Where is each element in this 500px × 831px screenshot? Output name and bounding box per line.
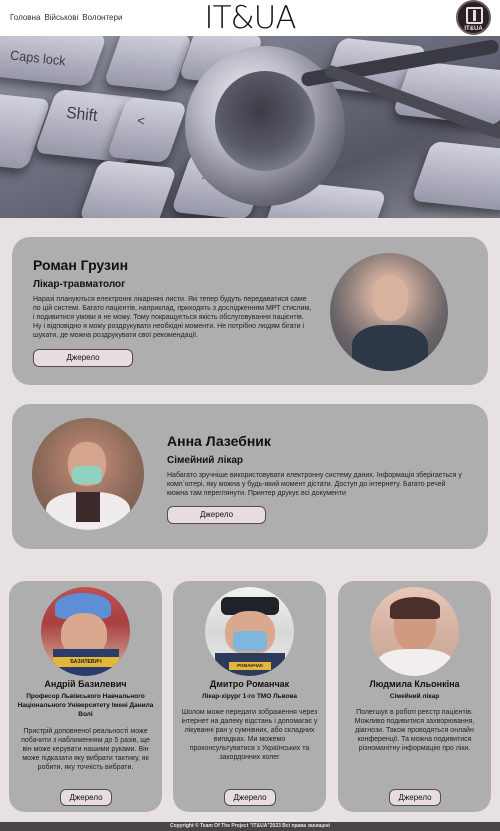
doctor-name: Анна Лазебник [167,433,271,449]
doctor-photo [330,253,448,371]
keyboard-key [411,140,500,212]
doctor-quote: Набагато зручніше використовувати електр… [167,472,462,497]
doctor-photo: БАЗИЛЕВИЧ [41,587,130,676]
face-mask-shape [72,466,102,484]
doctor-name: Андрій Базилевич [44,679,127,689]
shirt-shape [76,492,100,522]
keyboard-key [78,159,178,218]
doctor-photo [32,418,144,530]
photo-caption: БАЗИЛЕВИЧ [53,657,119,667]
hair-shape [390,597,440,619]
doctor-card: РОМАНЧАК Дмитро Романчак Лікар-хірург 1-… [173,581,326,812]
doctor-quote: Пристрій доповненої реальності може поба… [21,728,150,771]
source-button[interactable]: Джерело [33,349,133,367]
logo-badge-text: IT&UA [464,26,483,32]
site-logo[interactable]: IT&UA [0,0,500,36]
doctor-role: Сімейний лікар [389,693,440,700]
logo-mark-icon [466,7,483,24]
doctor-role: Лікар-травматолог [33,279,126,290]
source-button[interactable]: Джерело [60,789,112,806]
hero-image: Caps lock Shift < > [0,36,500,218]
stethoscope-diaphragm [215,71,315,171]
doctor-card: БАЗИЛЕВИЧ Андрій Базилевич Професор Льві… [9,581,162,812]
scrubs-shape [352,325,428,371]
doctor-name: Людмила Кльонкіна [369,679,460,689]
source-button[interactable]: Джерело [224,789,276,806]
site-footer: Copyright © Team Of The Project "IT&UA"2… [0,822,500,831]
doctor-role: Сімейний лікар [167,455,244,466]
doctor-quote: Полегшує в роботі реєстр пацієнтів. Можл… [354,709,475,752]
logo-badge[interactable]: IT&UA [456,0,491,35]
site-header: Головна Військові Волонтери IT&UA IT&UA [0,0,500,36]
face-mask-shape [233,631,267,651]
keyboard-key: Caps lock [0,36,108,87]
face-shape [372,275,408,321]
doctor-role: Професор Львівського Навчального Націона… [17,693,154,718]
doctor-photo: РОМАНЧАК [205,587,294,676]
doctor-role: Лікар-хірург 1-го ТМО Львова [201,693,298,700]
photo-caption: РОМАНЧАК [229,662,271,670]
doctor-card: Роман Грузин Лікар-травматолог Наразі пл… [12,237,488,385]
source-button[interactable]: Джерело [389,789,441,806]
coat-shape [378,649,452,676]
doctor-name: Дмитро Романчак [209,679,290,689]
doctor-name: Роман Грузин [33,257,129,273]
keyboard-key [103,36,193,92]
doctor-quote: Шолом може передати зображення через інт… [181,709,318,761]
doctor-card: Людмила Кльонкіна Сімейний лікар Полегшу… [338,581,491,812]
doctor-quote: Наразі плануються електронні лікарняні л… [33,296,312,339]
source-button[interactable]: Джерело [167,506,266,524]
doctor-card: Анна Лазебник Сімейний лікар Набагато зр… [12,404,488,549]
doctor-photo [370,587,459,676]
